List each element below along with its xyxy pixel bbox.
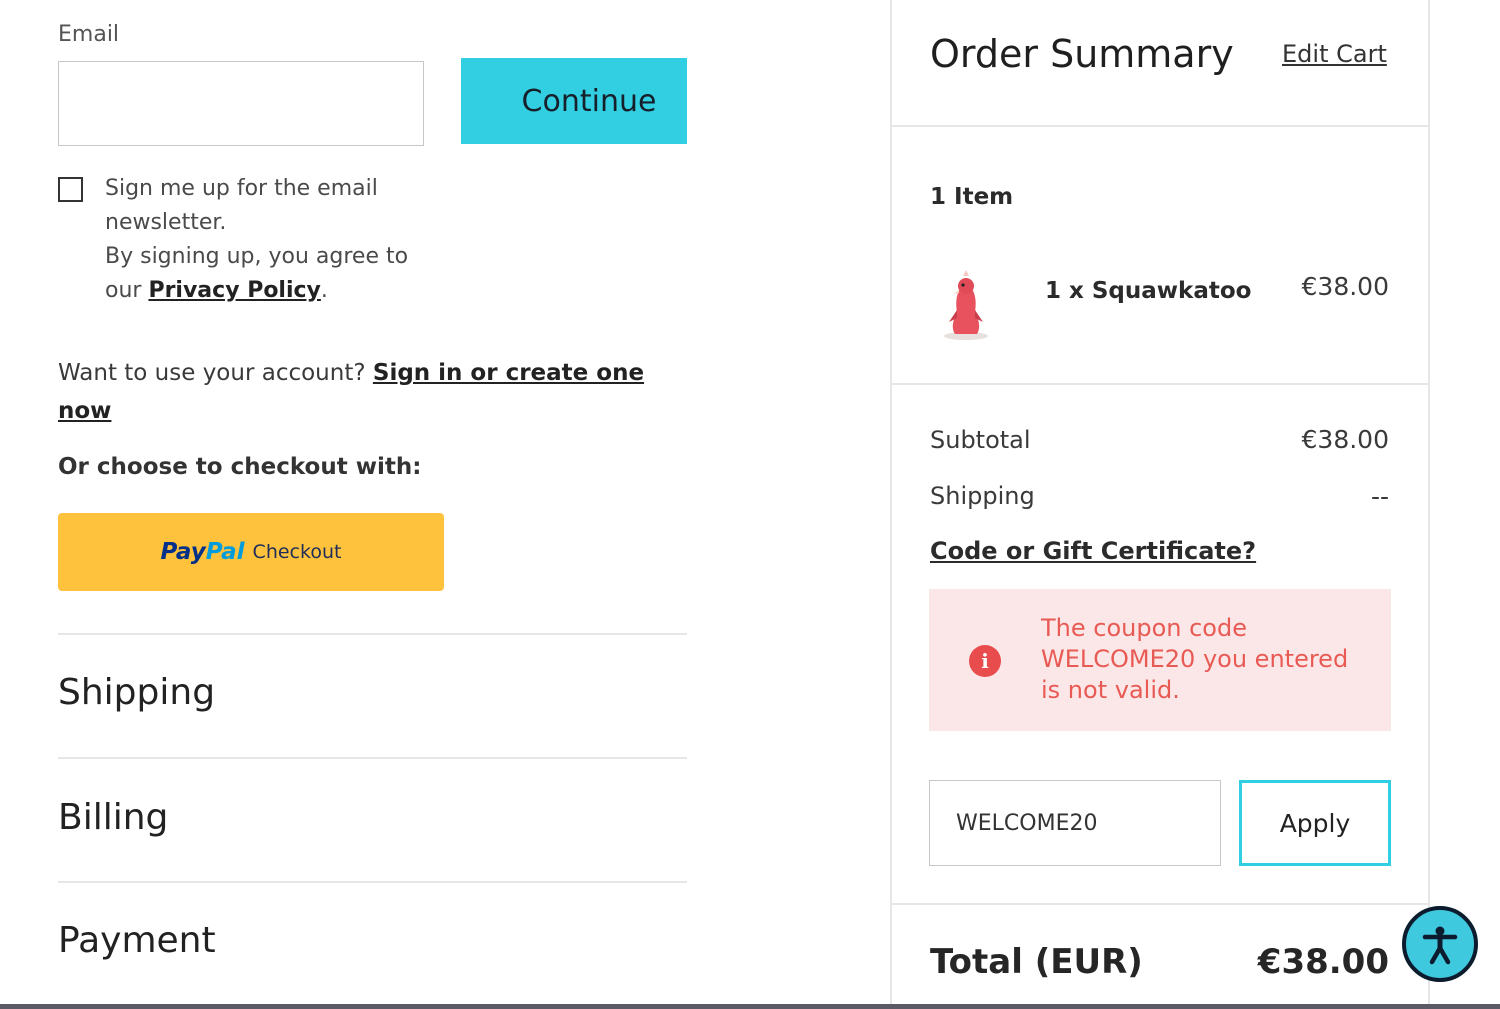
divider [58, 633, 687, 635]
account-prompt-text: Want to use your account? [58, 360, 366, 386]
window-bottom-edge [0, 1004, 1500, 1009]
paypal-checkout-button[interactable]: PayPal Checkout [58, 513, 444, 591]
order-summary-title: Order Summary [930, 32, 1234, 76]
item-count: 1 Item [930, 184, 1014, 210]
info-icon: i [969, 645, 1001, 677]
coupon-error-alert: i The coupon code WELCOME20 you entered … [929, 589, 1391, 731]
choose-checkout-text: Or choose to checkout with: [58, 454, 422, 480]
coupon-code-input[interactable] [929, 780, 1221, 866]
payment-section-title[interactable]: Payment [58, 920, 216, 961]
paypal-logo: PayPal [161, 539, 245, 565]
total-label: Total (EUR) [930, 942, 1143, 982]
newsletter-label: Sign me up for the email newsletter. [105, 176, 378, 235]
edit-cart-link[interactable]: Edit Cart [1282, 40, 1387, 68]
product-price: €38.00 [1301, 272, 1389, 301]
subtotal-value: €38.00 [1301, 425, 1389, 454]
newsletter-checkbox[interactable] [58, 177, 83, 202]
product-image [944, 270, 988, 340]
apply-coupon-button[interactable]: Apply [1239, 780, 1391, 866]
continue-button[interactable]: Continue [461, 58, 687, 144]
coupon-code-link[interactable]: Code or Gift Certificate? [930, 537, 1256, 565]
total-value: €38.00 [1257, 942, 1389, 982]
divider [58, 881, 687, 883]
product-name: 1 x Squawkatoo [1045, 278, 1252, 304]
shipping-section-title[interactable]: Shipping [58, 672, 215, 713]
paypal-checkout-label: Checkout [252, 541, 342, 563]
shipping-value: -- [1370, 482, 1389, 511]
coupon-error-message: The coupon code WELCOME20 you entered is… [1041, 614, 1349, 704]
account-prompt: Want to use your account? Sign in or cre… [58, 354, 678, 430]
divider [58, 757, 687, 759]
divider [890, 903, 1430, 905]
period: . [320, 278, 328, 303]
email-label: Email [58, 22, 120, 47]
divider [890, 125, 1430, 127]
billing-section-title[interactable]: Billing [58, 797, 168, 838]
accessibility-icon [1422, 926, 1458, 965]
privacy-policy-link[interactable]: Privacy Policy [148, 278, 320, 303]
divider [890, 383, 1430, 385]
accessibility-button[interactable] [1402, 906, 1478, 982]
subtotal-label: Subtotal [930, 426, 1031, 454]
shipping-label: Shipping [930, 482, 1035, 510]
paypal-logo-pay: Pay [160, 539, 206, 565]
newsletter-text: Sign me up for the email newsletter. By … [105, 172, 435, 308]
email-field[interactable] [58, 61, 424, 146]
paypal-logo-pal: Pal [205, 539, 245, 565]
